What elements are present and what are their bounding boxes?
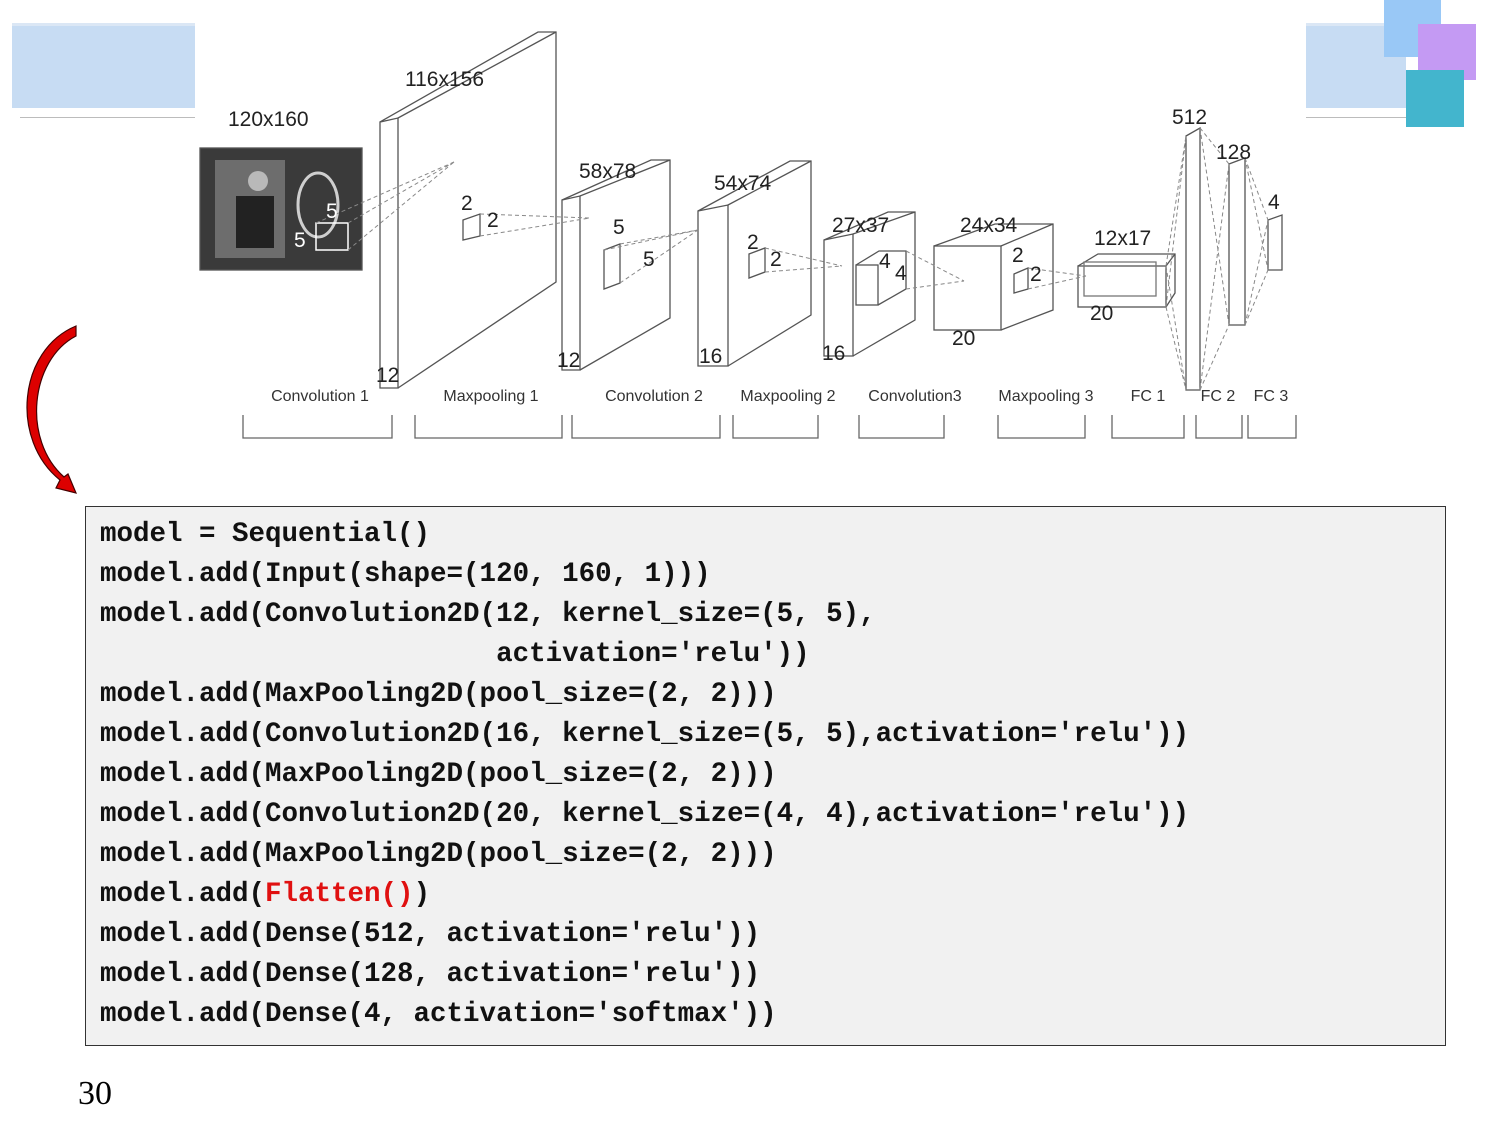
kernel5-h: 4 <box>879 250 891 273</box>
conv2-block <box>697 204 729 367</box>
stage-label-fc3: FC 3 <box>1254 388 1289 405</box>
code-line: model = Sequential() <box>100 519 431 550</box>
depth-pool3: 20 <box>1090 302 1113 325</box>
code-line: model.add(Dense(512, activation='relu')) <box>100 919 761 950</box>
kernel1-h: 5 <box>326 200 338 223</box>
kernel4-h: 2 <box>747 231 759 254</box>
code-line: model.add(Convolution2D(16, kernel_size=… <box>100 719 1190 750</box>
pool2-block <box>823 233 854 357</box>
kernel6-h: 2 <box>1012 244 1024 267</box>
dim-fc3: 4 <box>1268 191 1280 214</box>
dim-conv3: 24x34 <box>960 214 1018 237</box>
code-line: model.add(Dense(4, activation='softmax')… <box>100 999 777 1030</box>
dim-conv2: 54x74 <box>714 172 772 195</box>
kernel3-h: 5 <box>613 216 625 239</box>
kernel1-w: 5 <box>294 229 306 252</box>
depth-pool2: 16 <box>822 342 845 365</box>
curved-arrow-icon <box>26 325 78 494</box>
header-rule-right <box>1306 117 1406 118</box>
code-line: model.add(Dense(128, activation='relu')) <box>100 959 761 990</box>
stage-label-conv1: Convolution 1 <box>271 388 369 405</box>
depth-conv2: 16 <box>699 345 722 368</box>
code-line: activation='relu')) <box>100 639 810 670</box>
code-line: model.add(Input(shape=(120, 160, 1))) <box>100 559 711 590</box>
dim-pool2: 27x37 <box>832 214 889 237</box>
kernel6-w: 2 <box>1030 263 1042 286</box>
decor-square-teal <box>1406 70 1464 127</box>
kernel2-h: 2 <box>461 192 473 215</box>
dim-input: 120x160 <box>228 108 309 131</box>
stage-label-conv3: Convolution3 <box>868 388 962 405</box>
conv3-block <box>933 245 1002 331</box>
stage-label-fc2: FC 2 <box>1201 388 1236 405</box>
kernel4-w: 2 <box>770 248 782 271</box>
depth-pool1: 12 <box>557 349 580 372</box>
header-rule-left <box>20 117 195 118</box>
pool3-block <box>1077 265 1167 308</box>
stage-label-pool2: Maxpooling 2 <box>740 388 835 405</box>
cnn-architecture-diagram: 120x160 116x156 58x78 54x74 27x37 24x34 … <box>195 20 1306 450</box>
kernel2-w: 2 <box>487 209 499 232</box>
header-band-left <box>12 26 195 108</box>
stage-label-pool1: Maxpooling 1 <box>443 388 538 405</box>
fc1-block <box>1185 126 1201 391</box>
flatten-highlight: Flatten() <box>265 879 414 910</box>
page-number: 30 <box>78 1075 112 1112</box>
kernel3-w: 5 <box>643 248 655 271</box>
stage-label-pool3: Maxpooling 3 <box>998 388 1093 405</box>
depth-conv1: 12 <box>376 364 399 387</box>
code-line-flatten: model.add(Flatten()) <box>100 880 430 910</box>
depth-conv3: 20 <box>952 327 975 350</box>
dim-pool1: 58x78 <box>579 160 636 183</box>
dim-fc1: 512 <box>1172 106 1207 129</box>
code-line: model.add(MaxPooling2D(pool_size=(2, 2))… <box>100 759 777 790</box>
code-line: model.add(Convolution2D(20, kernel_size=… <box>100 799 1190 830</box>
fc3-block <box>1267 214 1283 271</box>
flatten-prefix: model.add( <box>100 879 266 910</box>
dim-pool3: 12x17 <box>1094 227 1151 250</box>
dim-fc2: 128 <box>1216 141 1251 164</box>
code-block: model = Sequential() model.add(Input(sha… <box>85 506 1446 1046</box>
code-line: model.add(MaxPooling2D(pool_size=(2, 2))… <box>100 679 777 710</box>
flatten-suffix: ) <box>413 879 431 910</box>
conv1-block <box>379 117 399 389</box>
stage-label-conv2: Convolution 2 <box>605 388 703 405</box>
dim-conv1: 116x156 <box>405 68 484 91</box>
kernel5-w: 4 <box>895 262 907 285</box>
code-line: model.add(Convolution2D(12, kernel_size=… <box>100 599 876 630</box>
code-line: model.add(MaxPooling2D(pool_size=(2, 2))… <box>100 839 777 870</box>
fc2-block <box>1228 157 1246 326</box>
stage-label-fc1: FC 1 <box>1131 388 1166 405</box>
